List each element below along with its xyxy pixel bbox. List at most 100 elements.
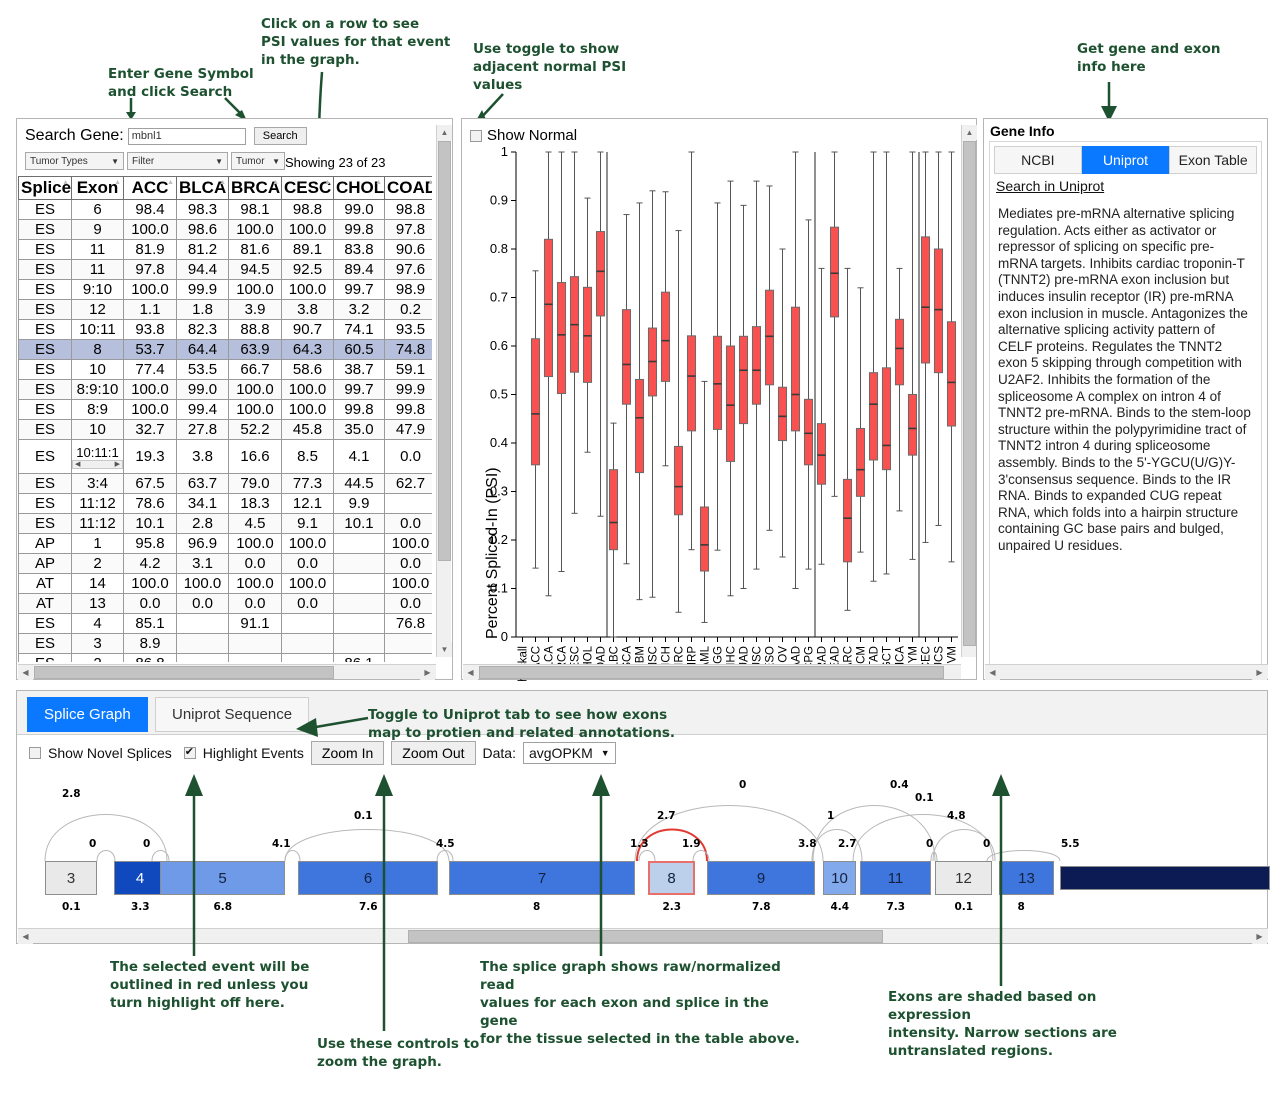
- exon-box-3[interactable]: 3: [45, 861, 97, 895]
- box-plot-box[interactable]: [946, 151, 957, 563]
- table-row[interactable]: AT 13 0.0 0.0 0.0 0.0 0.0: [18, 593, 432, 614]
- table-header-coad[interactable]: COAD ▲: [384, 176, 432, 200]
- box-plot-box[interactable]: [660, 191, 671, 467]
- tumor-select[interactable]: Tumor ▼: [231, 152, 285, 170]
- scroll-right-icon[interactable]: ▶: [1252, 665, 1267, 680]
- zoom-in-button[interactable]: Zoom In: [310, 741, 385, 765]
- scroll-down-icon[interactable]: ▼: [437, 642, 452, 657]
- show-novel-splices-checkbox[interactable]: [29, 747, 41, 759]
- scroll-right-icon[interactable]: ▶: [420, 665, 435, 680]
- table-row[interactable]: ES 10:11:1 ◀ ▶ 19.3 3.8 16.6 8.5 4.1 0.0: [18, 439, 432, 474]
- scroll-up-icon[interactable]: ▲: [962, 125, 977, 140]
- exon-box-9[interactable]: 9: [707, 861, 815, 895]
- box-plot-box[interactable]: [816, 267, 827, 565]
- scroll-left-icon[interactable]: ◀: [18, 665, 33, 680]
- box-plot-box[interactable]: [842, 267, 853, 611]
- box-plot-box[interactable]: [829, 151, 840, 497]
- table-row[interactable]: AP 1 95.8 96.9 100.0 100.0 100.0: [18, 533, 432, 554]
- exon-box-4[interactable]: 4: [114, 861, 166, 895]
- scroll-left-icon[interactable]: ◀: [18, 929, 33, 944]
- table-row[interactable]: ES 8:9 100.0 99.4 100.0 100.0 99.8 99.8: [18, 399, 432, 420]
- table-header-exon[interactable]: Exon ▲: [71, 176, 124, 200]
- table-row[interactable]: ES 4 85.1 91.1 76.8: [18, 613, 432, 634]
- table-row[interactable]: ES 10 32.7 27.8 52.2 45.8 35.0 47.9: [18, 419, 432, 440]
- x-tick-label[interactable]: OV: [778, 646, 790, 663]
- table-row[interactable]: ES 6 98.4 98.3 98.1 98.8 99.0 98.8: [18, 199, 432, 220]
- box-plot-box[interactable]: [595, 151, 606, 517]
- splice-arc[interactable]: [436, 850, 454, 862]
- box-plot-box[interactable]: [868, 151, 879, 582]
- scroll-left-icon[interactable]: ◀: [463, 665, 478, 680]
- box-plot-box[interactable]: [764, 185, 775, 531]
- box-plot-box[interactable]: [894, 267, 905, 512]
- chart-horizontal-scrollbar[interactable]: ◀: [463, 664, 961, 680]
- box-plot-box[interactable]: [725, 180, 736, 597]
- scrollbar-thumb[interactable]: [479, 666, 944, 679]
- box-plot-box[interactable]: [920, 151, 931, 543]
- box-plot-box[interactable]: [933, 151, 944, 526]
- scrollbar-thumb[interactable]: [408, 930, 883, 943]
- box-plot-box[interactable]: [777, 248, 788, 558]
- splice-arc[interactable]: [852, 814, 994, 862]
- table-row[interactable]: AP 2 4.2 3.1 0.0 0.0 0.0: [18, 553, 432, 574]
- box-plot-box[interactable]: [699, 380, 710, 623]
- box-plot-box[interactable]: [556, 151, 567, 573]
- splice-arc[interactable]: [284, 829, 450, 862]
- scrollbar-thumb[interactable]: [438, 141, 451, 561]
- exon-box-6[interactable]: 6: [298, 861, 438, 895]
- box-plot-box[interactable]: [738, 204, 749, 589]
- scroll-left-icon[interactable]: ◀: [75, 461, 80, 468]
- table-header-blca[interactable]: BLCA ▲: [176, 176, 229, 200]
- scrollbar-thumb[interactable]: [34, 666, 334, 679]
- splice-arc[interactable]: [96, 850, 116, 862]
- table-header-splice[interactable]: Splice ▲: [18, 176, 72, 200]
- table-row[interactable]: ES 8:9:10 100.0 99.0 100.0 100.0 99.7 99.9: [18, 379, 432, 400]
- box-plot-box[interactable]: [712, 202, 723, 551]
- table-horizontal-scrollbar[interactable]: ◀ ▶: [18, 664, 436, 680]
- box-plot-box[interactable]: [686, 151, 697, 551]
- box-plot-box[interactable]: [673, 230, 684, 613]
- scroll-right-icon[interactable]: ▶: [115, 461, 120, 468]
- table-row[interactable]: ES 11 81.9 81.2 81.6 89.1 83.8 90.6: [18, 239, 432, 260]
- gene-search-input[interactable]: [127, 127, 246, 145]
- box-plot-box[interactable]: [751, 180, 762, 570]
- box-plot-box[interactable]: [569, 151, 580, 514]
- scroll-left-icon[interactable]: ◀: [985, 665, 1000, 680]
- box-plot-box[interactable]: [621, 214, 632, 565]
- table-row[interactable]: ES 11:12 78.6 34.1 18.3 12.1 9.9: [18, 493, 432, 514]
- table-row[interactable]: ES 3:4 67.5 63.7 79.0 77.3 44.5 62.7: [18, 473, 432, 494]
- scroll-right-icon[interactable]: ▶: [1252, 929, 1267, 944]
- box-plot-box[interactable]: [634, 202, 645, 601]
- table-header-cesc[interactable]: CESC ▲: [281, 176, 334, 200]
- box-plot-box[interactable]: [790, 151, 801, 589]
- splice-arc[interactable]: [638, 850, 656, 862]
- exon-box-utr[interactable]: [1060, 866, 1270, 890]
- table-row[interactable]: ES 10:11 93.8 82.3 88.8 90.7 74.1 93.5: [18, 319, 432, 340]
- tab-uniprot[interactable]: Uniprot: [1081, 146, 1170, 174]
- table-row[interactable]: AT 14 100.0 100.0 100.0 100.0 100.0: [18, 573, 432, 594]
- filter-select[interactable]: Filter ▼: [127, 152, 228, 170]
- box-plot-box[interactable]: [582, 197, 593, 453]
- table-row[interactable]: ES 11:12 10.1 2.8 4.5 9.1 10.1 0.0: [18, 513, 432, 534]
- table-header-chol[interactable]: CHOL ▲: [333, 176, 385, 200]
- box-plot-box[interactable]: [608, 422, 619, 638]
- tumor-types-select[interactable]: Tumor Types ▼: [25, 152, 124, 170]
- table-row[interactable]: ES 10 77.4 53.5 66.7 58.6 38.7 59.1: [18, 359, 432, 380]
- chart-vertical-scrollbar[interactable]: ▲: [961, 125, 977, 657]
- search-button[interactable]: Search: [253, 127, 307, 145]
- box-plot-box[interactable]: [855, 287, 866, 553]
- box-plot-box[interactable]: [543, 151, 554, 597]
- table-row[interactable]: ES 9:10 100.0 99.9 100.0 100.0 99.7 98.9: [18, 279, 432, 300]
- box-plot-box[interactable]: [803, 219, 814, 570]
- box-plot-box[interactable]: [647, 190, 658, 598]
- data-select[interactable]: avgOPKM ▼: [522, 742, 616, 764]
- table-header-brca[interactable]: BRCA ▲: [228, 176, 282, 200]
- gene-info-horizontal-scrollbar[interactable]: ◀ ▶: [985, 664, 1268, 680]
- box-plot-box[interactable]: [530, 270, 541, 569]
- table-row[interactable]: ES 12 1.1 1.8 3.9 3.8 3.2 0.2: [18, 299, 432, 320]
- exon-cell-scrollbar[interactable]: ◀ ▶: [72, 459, 123, 469]
- table-row[interactable]: ES286.8 86.1: [18, 653, 432, 662]
- tab-splice-graph[interactable]: Splice Graph: [27, 697, 148, 732]
- zoom-out-button[interactable]: Zoom Out: [391, 741, 476, 765]
- box-plot-box[interactable]: [907, 151, 918, 560]
